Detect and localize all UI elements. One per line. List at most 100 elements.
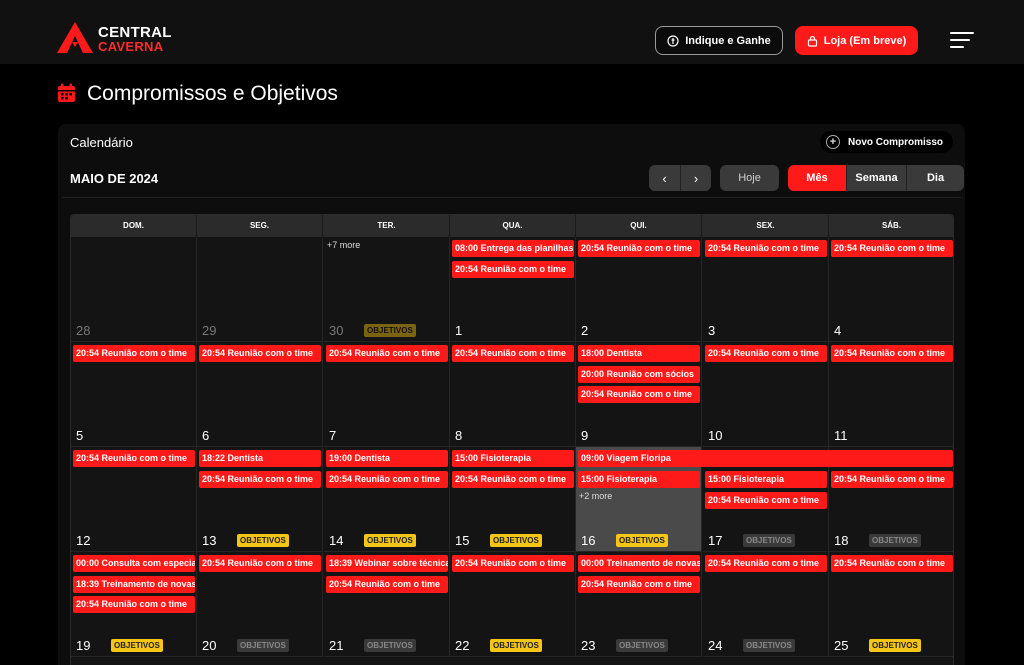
- calendar-event[interactable]: 20:00 Reunião com sócios: [578, 365, 700, 383]
- prev-month-button[interactable]: ‹: [649, 165, 680, 191]
- logo[interactable]: CENTRAL CAVERNA: [56, 20, 171, 58]
- weekday-header: TER.: [324, 215, 450, 237]
- calendar-event[interactable]: 20:54 Reunião com o time: [831, 471, 953, 488]
- view-week-button[interactable]: Semana: [846, 165, 906, 191]
- day-cell[interactable]: 25 OBJETIVOS 20:54 Reunião com o time: [829, 552, 953, 657]
- day-cell[interactable]: 11 20:54 Reunião com o time: [829, 342, 953, 447]
- calendar-event[interactable]: 20:54 Reunião com o time: [578, 575, 700, 593]
- calendar-event[interactable]: 20:54 Reunião com o time: [705, 240, 827, 257]
- objetivos-badge[interactable]: OBJETIVOS: [743, 534, 795, 547]
- objetivos-badge[interactable]: OBJETIVOS: [743, 639, 795, 652]
- day-cell[interactable]: 1 08:00 Entrega das planilhas 20:54 Reuniã…: [450, 237, 576, 342]
- calendar-event[interactable]: 00:00 Consulta com especialista: [73, 555, 195, 572]
- calendar-event[interactable]: 20:54 Reunião com o time: [705, 555, 827, 572]
- day-cell[interactable]: 29: [197, 237, 323, 342]
- calendar-event[interactable]: 15:00 Fisioterapia: [452, 450, 574, 467]
- objetivos-badge[interactable]: OBJETIVOS: [111, 639, 163, 652]
- calendar-event[interactable]: 20:54 Reunião com o time: [326, 345, 448, 362]
- day-cell[interactable]: 30 OBJETIVOS +7 more: [324, 237, 450, 342]
- calendar-event[interactable]: 15:00 Fisioterapia: [705, 471, 827, 488]
- day-number: 19: [76, 638, 91, 653]
- calendar-event[interactable]: 18:22 Dentista: [199, 450, 321, 467]
- day-cell[interactable]: 8 20:54 Reunião com o time: [450, 342, 576, 447]
- calendar-event[interactable]: 15:00 Fisioterapia: [578, 471, 700, 488]
- day-cell[interactable]: 5 20:54 Reunião com o time: [71, 342, 197, 447]
- calendar-event[interactable]: 20:54 Reunião com o time: [452, 345, 574, 362]
- day-cell[interactable]: 9 18:00 Dentista 20:00 Reunião com sócios 2…: [576, 342, 702, 447]
- calendar-event[interactable]: 20:54 Reunião com o time: [199, 555, 321, 572]
- calendar-event[interactable]: 18:00 Dentista: [578, 345, 700, 362]
- objetivos-badge[interactable]: OBJETIVOS: [616, 534, 668, 547]
- day-number: 16: [581, 533, 596, 548]
- calendar-event[interactable]: 20:54 Reunião com o time: [452, 260, 574, 278]
- day-number: 4: [834, 323, 842, 338]
- more-events-link[interactable]: +7 more: [327, 240, 360, 250]
- day-cell[interactable]: 13 OBJETIVOS 18:22 Dentista 20:54 Reunião c…: [197, 447, 323, 552]
- objetivos-badge[interactable]: OBJETIVOS: [364, 324, 416, 337]
- calendar-event[interactable]: 20:54 Reunião com o time: [73, 596, 195, 613]
- calendar-event[interactable]: 20:54 Reunião com o time: [73, 450, 195, 467]
- calendar-event[interactable]: 20:54 Reunião com o time: [326, 470, 448, 488]
- calendar-event[interactable]: 20:54 Reunião com o time: [705, 345, 827, 362]
- day-cell[interactable]: 22 OBJETIVOS 20:54 Reunião com o time: [450, 552, 576, 657]
- day-cell[interactable]: 10 20:54 Reunião com o time: [703, 342, 829, 447]
- day-cell[interactable]: 21 OBJETIVOS 18:39 Webinar sobre técnicas 2…: [324, 552, 450, 657]
- novo-compromisso-label: Novo Compromisso: [848, 136, 944, 148]
- weekday-header: SÁB.: [829, 215, 953, 237]
- objetivos-badge[interactable]: OBJETIVOS: [869, 639, 921, 652]
- calendar-event[interactable]: 18:39 Webinar sobre técnicas: [326, 555, 448, 572]
- day-cell[interactable]: 12 20:54 Reunião com o time: [71, 447, 197, 552]
- day-cell[interactable]: 4 20:54 Reunião com o time: [829, 237, 953, 342]
- day-cell[interactable]: 15 OBJETIVOS 15:00 Fisioterapia 20:54 Reuni…: [450, 447, 576, 552]
- objetivos-badge[interactable]: OBJETIVOS: [490, 534, 542, 547]
- calendar-event[interactable]: 08:00 Entrega das planilhas: [452, 240, 574, 257]
- day-cell[interactable]: 19 OBJETIVOS 00:00 Consulta com especialis…: [71, 552, 197, 657]
- objetivos-badge[interactable]: OBJETIVOS: [364, 639, 416, 652]
- calendar-event[interactable]: 20:54 Reunião com o time: [831, 240, 953, 257]
- calendar-event[interactable]: 20:54 Reunião com o time: [199, 345, 321, 362]
- calendar-event-multi-day[interactable]: 09:00 Viagem Floripa: [578, 450, 953, 467]
- objetivos-badge[interactable]: OBJETIVOS: [364, 534, 416, 547]
- day-cell[interactable]: 24 OBJETIVOS 20:54 Reunião com o time: [703, 552, 829, 657]
- calendar-event[interactable]: 20:54 Reunião com o time: [199, 470, 321, 488]
- calendar-event[interactable]: 20:54 Reunião com o time: [73, 345, 195, 362]
- day-number: 25: [834, 638, 849, 653]
- weekday-header: DOM.: [71, 215, 197, 237]
- more-events-link[interactable]: +2 more: [579, 491, 612, 501]
- calendar-event[interactable]: 19:00 Dentista: [326, 450, 448, 467]
- view-month-button[interactable]: Mês: [788, 165, 846, 191]
- view-switcher: Mês Semana Dia: [788, 165, 964, 191]
- calendar-event[interactable]: 20:54 Reunião com o time: [326, 575, 448, 593]
- objetivos-badge[interactable]: OBJETIVOS: [869, 534, 921, 547]
- calendar-event[interactable]: 20:54 Reunião com o time: [831, 345, 953, 362]
- objetivos-badge[interactable]: OBJETIVOS: [237, 639, 289, 652]
- novo-compromisso-button[interactable]: + Novo Compromisso: [820, 131, 953, 153]
- calendar-event[interactable]: 20:54 Reunião com o time: [578, 386, 700, 403]
- day-cell[interactable]: 6 20:54 Reunião com o time: [197, 342, 323, 447]
- calendar-event[interactable]: 20:54 Reunião com o time: [831, 555, 953, 572]
- hamburger-menu-icon[interactable]: [950, 32, 974, 50]
- day-cell[interactable]: 23 OBJETIVOS 00:00 Treinamento de novas 20:…: [576, 552, 702, 657]
- calendar-event[interactable]: 20:54 Reunião com o time: [578, 240, 700, 257]
- today-button[interactable]: Hoje: [720, 165, 779, 191]
- day-cell[interactable]: 7 20:54 Reunião com o time: [324, 342, 450, 447]
- day-cell[interactable]: 14 OBJETIVOS 19:00 Dentista 20:54 Reunião c…: [324, 447, 450, 552]
- page-title: Compromissos e Objetivos: [87, 82, 338, 105]
- day-cell[interactable]: 28: [71, 237, 197, 342]
- next-month-button[interactable]: ›: [680, 165, 711, 191]
- day-cell[interactable]: 20 OBJETIVOS 20:54 Reunião com o time: [197, 552, 323, 657]
- objetivos-badge[interactable]: OBJETIVOS: [616, 639, 668, 652]
- calendar-event[interactable]: 18:39 Treinamento de novas: [73, 575, 195, 593]
- objetivos-badge[interactable]: OBJETIVOS: [237, 534, 289, 547]
- loja-button[interactable]: Loja (Em breve): [795, 26, 918, 55]
- day-cell[interactable]: 2 20:54 Reunião com o time: [576, 237, 702, 342]
- view-day-button[interactable]: Dia: [906, 165, 964, 191]
- objetivos-badge[interactable]: OBJETIVOS: [490, 639, 542, 652]
- calendar-event[interactable]: 20:54 Reunião com o time: [705, 491, 827, 509]
- weekday-header: SEX.: [703, 215, 829, 237]
- calendar-event[interactable]: 20:54 Reunião com o time: [452, 470, 574, 488]
- indique-e-ganhe-button[interactable]: Indique e Ganhe: [655, 26, 783, 55]
- day-cell[interactable]: 3 20:54 Reunião com o time: [703, 237, 829, 342]
- calendar-event[interactable]: 20:54 Reunião com o time: [452, 555, 574, 572]
- calendar-event[interactable]: 00:00 Treinamento de novas: [578, 555, 700, 572]
